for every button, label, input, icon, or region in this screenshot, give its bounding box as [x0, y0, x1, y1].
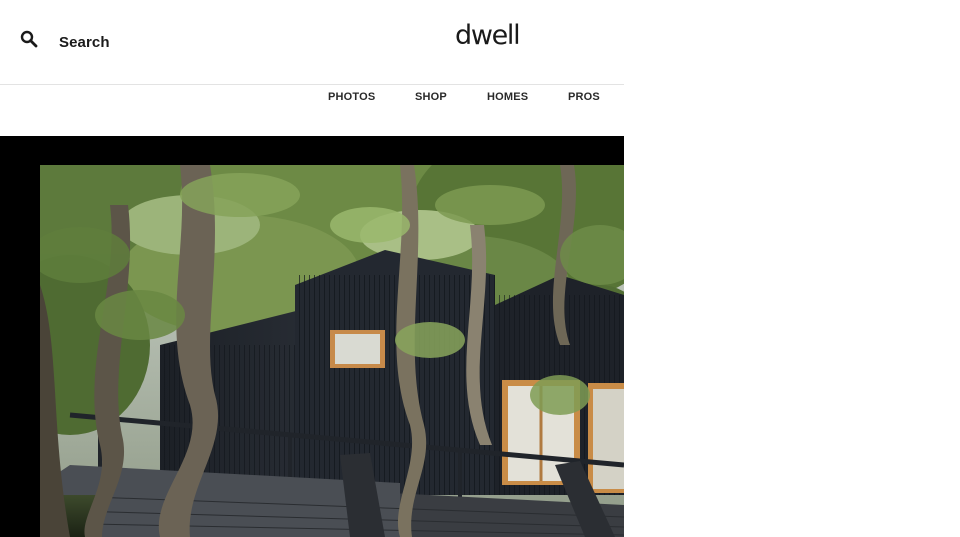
nav-item-homes[interactable]: HOMES	[487, 91, 528, 103]
nav-item-pros[interactable]: PROS	[568, 91, 600, 103]
nav-item-photos[interactable]: PHOTOS	[328, 91, 375, 103]
site-viewport: Search dwell PHOTOS SHOP HOMES PROS	[0, 0, 624, 537]
site-header: Search dwell	[0, 0, 624, 85]
cabin-photo-image	[40, 165, 624, 537]
hero-section	[0, 136, 624, 537]
main-nav: PHOTOS SHOP HOMES PROS	[0, 85, 624, 136]
nav-item-shop[interactable]: SHOP	[415, 91, 447, 103]
search-input[interactable]: Search	[59, 34, 110, 51]
search-button[interactable]	[18, 28, 40, 50]
site-logo[interactable]: dwell	[455, 22, 521, 49]
page: Search dwell PHOTOS SHOP HOMES PROS	[0, 0, 960, 537]
search-icon	[20, 30, 38, 48]
hero-photo[interactable]	[40, 165, 624, 537]
